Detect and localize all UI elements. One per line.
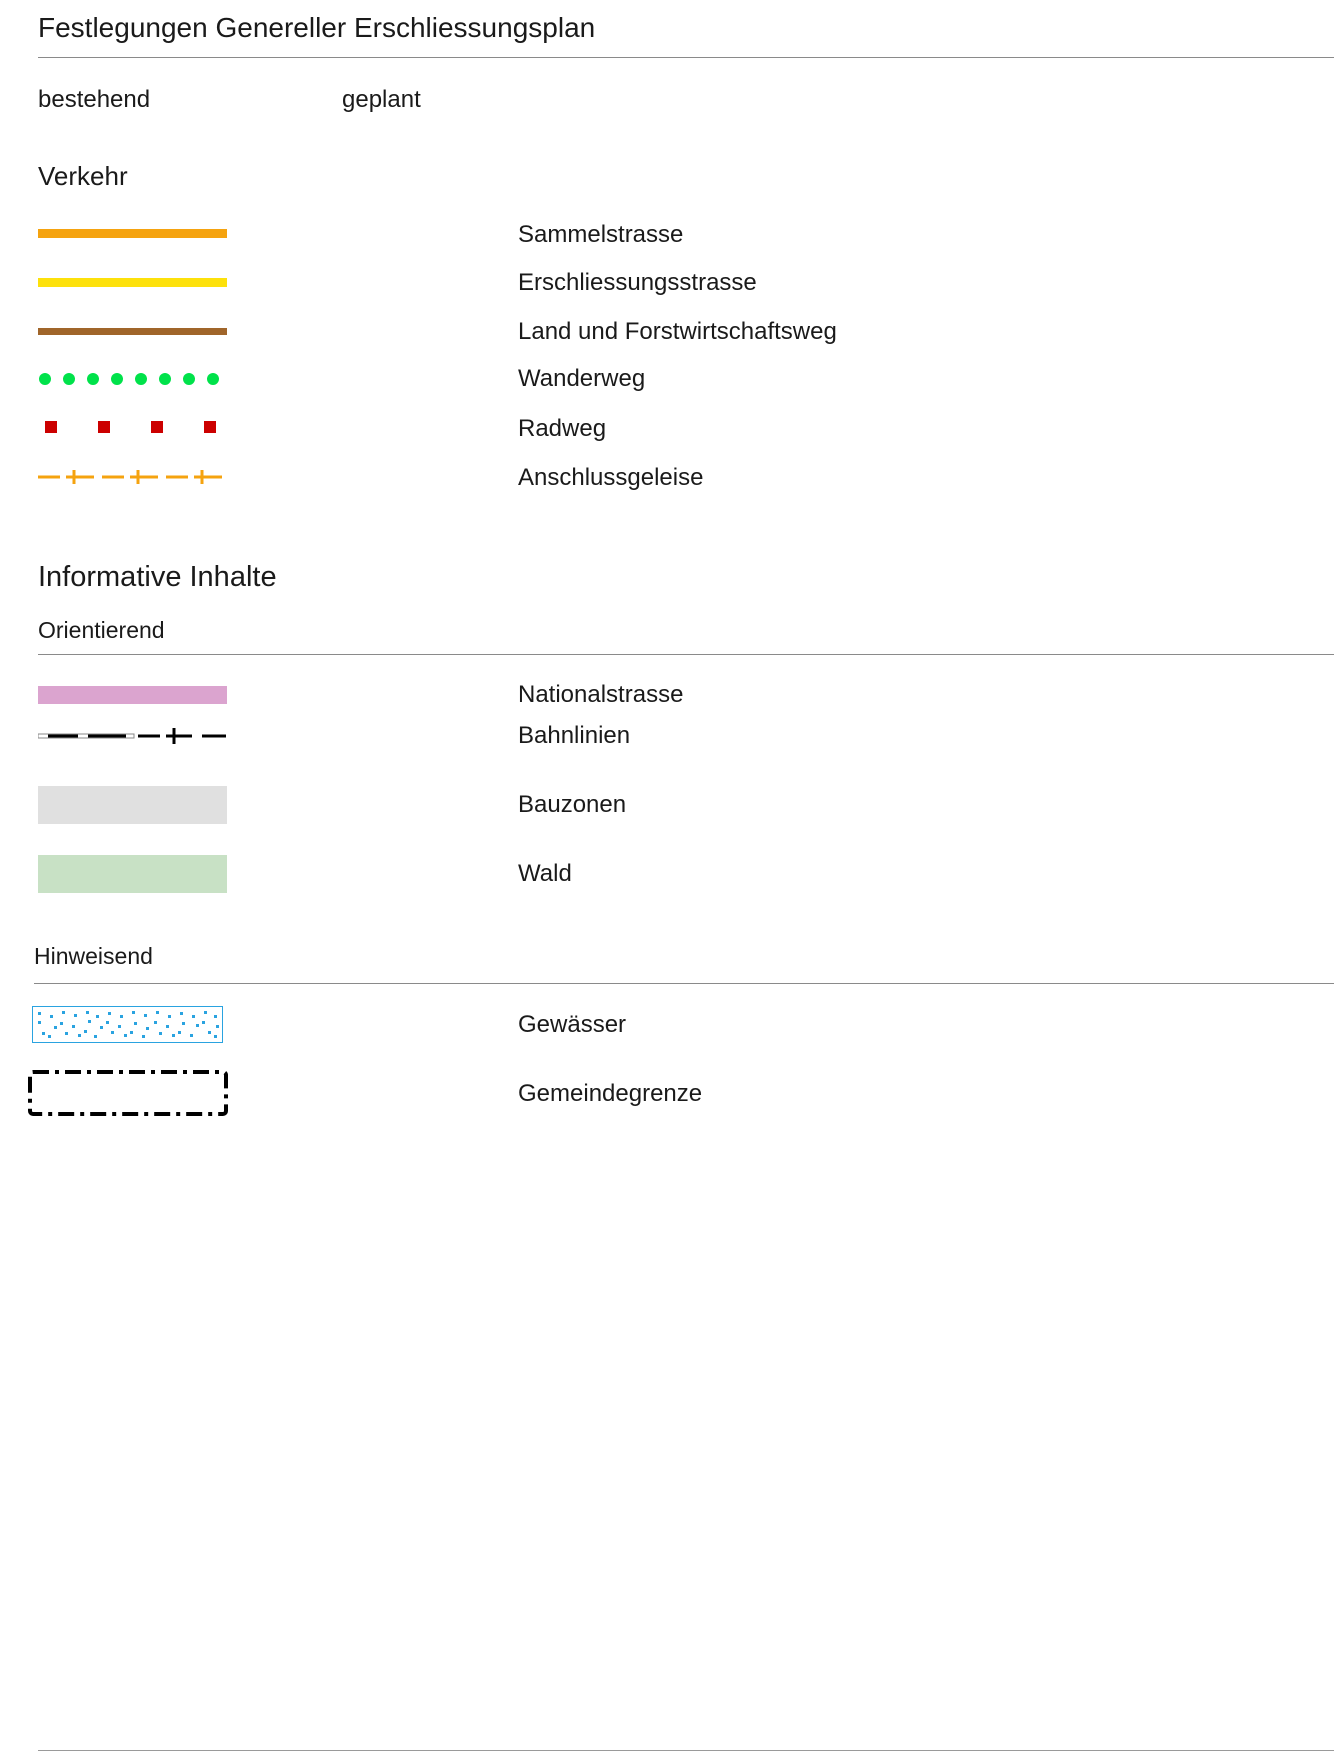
anschlussgeleise-symbol <box>38 468 228 486</box>
bahnlinien-symbol <box>38 726 228 746</box>
wald-symbol <box>38 855 228 895</box>
orientierend-heading: Orientierend <box>38 617 165 643</box>
forstweg-label: Land und Forstwirtschaftsweg <box>518 318 837 345</box>
erschliessungsstrasse-symbol <box>38 278 228 290</box>
hinweisend-heading: Hinweisend <box>34 943 153 969</box>
informative-heading: Informative Inhalte <box>38 561 277 593</box>
orientierend-divider <box>38 654 1334 655</box>
sammelstrasse-label: Sammelstrasse <box>518 221 684 248</box>
gemeindegrenze-label: Gemeindegrenze <box>518 1080 703 1107</box>
legend-title: Festlegungen Genereller Erschliessungspl… <box>38 12 596 43</box>
bahnlinien-label: Bahnlinien <box>518 722 631 749</box>
nationalstrasse-label: Nationalstrasse <box>518 681 684 708</box>
verkehr-heading: Verkehr <box>38 161 128 191</box>
bauzonen-symbol <box>38 786 228 826</box>
erschliessungsstrasse-label: Erschliessungsstrasse <box>518 269 757 296</box>
radweg-symbol <box>38 421 228 435</box>
footer-divider <box>38 1750 1334 1751</box>
sammelstrasse-symbol <box>38 229 228 241</box>
anschlussgeleise-label: Anschlussgeleise <box>518 464 704 491</box>
title-divider <box>38 57 1334 58</box>
bauzonen-label: Bauzonen <box>518 791 627 818</box>
legend-page: { "title": "Festlegungen Genereller Ersc… <box>0 0 1334 1753</box>
gewaesser-label: Gewässer <box>518 1011 627 1038</box>
wald-label: Wald <box>518 860 572 887</box>
wanderweg-label: Wanderweg <box>518 365 646 392</box>
forstweg-symbol <box>38 328 228 338</box>
gewaesser-symbol <box>32 1006 226 1044</box>
status-existing-label: bestehend <box>38 86 151 113</box>
nationalstrasse-symbol <box>38 686 228 706</box>
wanderweg-symbol <box>38 371 228 387</box>
hinweisend-divider <box>34 983 1334 984</box>
status-planned-label: geplant <box>342 86 421 113</box>
radweg-label: Radweg <box>518 415 607 442</box>
gemeindegrenze-symbol <box>27 1069 231 1119</box>
